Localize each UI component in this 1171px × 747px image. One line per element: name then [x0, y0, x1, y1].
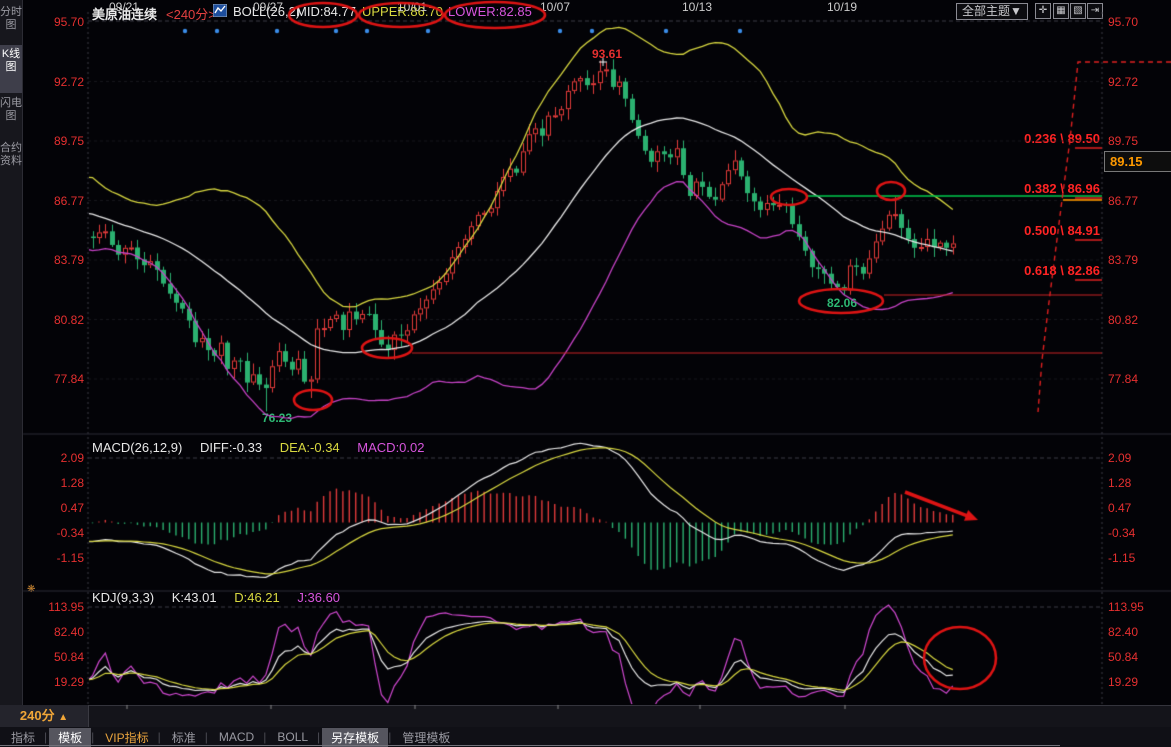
price-tick-right: 83.79	[1108, 253, 1138, 267]
macd-dea-value: DEA:-0.34	[280, 440, 340, 455]
date-label: 09/27	[253, 0, 283, 14]
indicator-settings-icon[interactable]: ❋	[27, 584, 35, 595]
date-label: 10/13	[682, 0, 712, 14]
kdj-tick-right: 113.95	[1108, 600, 1144, 614]
price-tick-left: 92.72	[28, 75, 84, 89]
date-label: 10/07	[540, 0, 570, 14]
current-price-badge: 89.15	[1104, 151, 1171, 172]
sidebar-tab-kline[interactable]: K线图	[0, 45, 22, 93]
support-price-label: 82.06	[827, 296, 857, 310]
price-tick-left: 83.79	[28, 253, 84, 267]
price-tick-left: 80.82	[28, 313, 84, 327]
macd-tick-right: 1.28	[1108, 476, 1131, 490]
triangle-up-icon: ▲	[58, 712, 68, 723]
boll-lower-value: LOWER:82.85	[448, 4, 532, 19]
fib-level-0382: 0.382 \ 86.96	[1000, 181, 1100, 196]
price-tick-left: 95.70	[28, 15, 84, 29]
chart-layout-icon[interactable]: ▧	[1070, 3, 1086, 19]
macd-tick-left: 2.09	[28, 451, 84, 465]
tab-vip-indicators[interactable]: VIP指标	[96, 728, 157, 747]
price-tick-right: 89.75	[1108, 134, 1138, 148]
themes-dropdown-button[interactable]: 全部主题▼	[956, 3, 1028, 20]
macd-tick-left: 1.28	[28, 476, 84, 490]
macd-tick-right: -1.15	[1108, 551, 1135, 565]
move-tool-icon[interactable]: ✛	[1035, 3, 1051, 19]
macd-diff-value: DIFF:-0.33	[200, 440, 262, 455]
tab-boll[interactable]: BOLL	[268, 729, 317, 745]
toolbar-underline	[0, 745, 1060, 746]
price-tick-left: 77.84	[28, 372, 84, 386]
tab-standard[interactable]: 标准	[163, 728, 205, 747]
period-tag: <240分>	[166, 4, 216, 23]
price-tick-right: 86.77	[1108, 194, 1138, 208]
macd-header: MACD(26,12,9) DIFF:-0.33 DEA:-0.34 MACD:…	[92, 440, 439, 455]
kdj-j-value: J:36.60	[297, 590, 340, 605]
date-label: 10/19	[827, 0, 857, 14]
sidebar: 分时图 K线图 闪电图 合约资料	[0, 0, 23, 747]
fib-level-0236: 0.236 \ 89.50	[1000, 131, 1100, 146]
macd-tick-left: -1.15	[28, 551, 84, 565]
kdj-d-value: D:46.21	[234, 590, 280, 605]
kdj-k-value: K:43.01	[172, 590, 217, 605]
macd-tick-right: 0.47	[1108, 501, 1131, 515]
kdj-tick-left: 50.84	[28, 650, 84, 664]
pan-right-icon[interactable]: ⇥	[1087, 3, 1103, 19]
tab-macd[interactable]: MACD	[210, 729, 263, 745]
tab-manage-templates[interactable]: 管理模板	[393, 728, 459, 747]
tab-templates[interactable]: 模板	[49, 728, 91, 747]
macd-tick-left: 0.47	[28, 501, 84, 515]
kdj-params: KDJ(9,3,3)	[92, 590, 154, 605]
macd-macd-value: MACD:0.02	[357, 440, 424, 455]
date-label: 09/21	[109, 0, 139, 14]
kdj-tick-right: 82.40	[1108, 625, 1138, 639]
price-tick-right: 95.70	[1108, 15, 1138, 29]
bottom-toolbar: 指标| 模板| VIP指标| 标准| MACD| BOLL| 另存模板| 管理模…	[0, 727, 1171, 747]
kline-chart-app: 分时图 K线图 闪电图 合约资料 美原油连续 <240分> BOLL(26,2)…	[0, 0, 1171, 747]
kdj-tick-left: 19.29	[28, 675, 84, 689]
fib-level-0500: 0.500 \ 84.91	[1000, 223, 1100, 238]
peak-price-label: 93.61	[592, 47, 622, 61]
macd-tick-right: 2.09	[1108, 451, 1131, 465]
tab-indicators[interactable]: 指标	[2, 728, 44, 747]
kdj-tick-left: 82.40	[28, 625, 84, 639]
boll-mid-value: MID:84.77	[296, 4, 356, 19]
price-tick-right: 92.72	[1108, 75, 1138, 89]
period-selector[interactable]: 240分 ▲	[0, 705, 89, 727]
macd-tick-left: -0.34	[28, 526, 84, 540]
x-axis-strip	[0, 705, 1171, 729]
grid-layout-icon[interactable]: ▦	[1053, 3, 1069, 19]
kdj-header: KDJ(9,3,3) K:43.01 D:46.21 J:36.60	[92, 590, 354, 605]
chart-canvas	[0, 0, 1171, 747]
price-tick-left: 86.77	[28, 194, 84, 208]
tab-save-template[interactable]: 另存模板	[322, 728, 388, 747]
sidebar-tab-lightning[interactable]: 闪电图	[0, 94, 22, 139]
sidebar-tab-contract-info[interactable]: 合约资料	[0, 139, 22, 198]
price-tick-left: 89.75	[28, 134, 84, 148]
kdj-tick-left: 113.95	[28, 600, 84, 614]
price-tick-right: 80.82	[1108, 313, 1138, 327]
price-tick-right: 77.84	[1108, 372, 1138, 386]
kdj-tick-right: 19.29	[1108, 675, 1138, 689]
macd-params: MACD(26,12,9)	[92, 440, 182, 455]
date-label: 10/01	[397, 0, 427, 14]
kdj-tick-right: 50.84	[1108, 650, 1138, 664]
macd-tick-right: -0.34	[1108, 526, 1135, 540]
topbar: 美原油连续 <240分> BOLL(26,2) MID:84.77 UPPER:…	[0, 0, 1171, 24]
fib-level-0618: 0.618 \ 82.86	[1000, 263, 1100, 278]
bottom-price-label: 76.23	[262, 411, 292, 425]
chart-icon	[213, 4, 227, 17]
